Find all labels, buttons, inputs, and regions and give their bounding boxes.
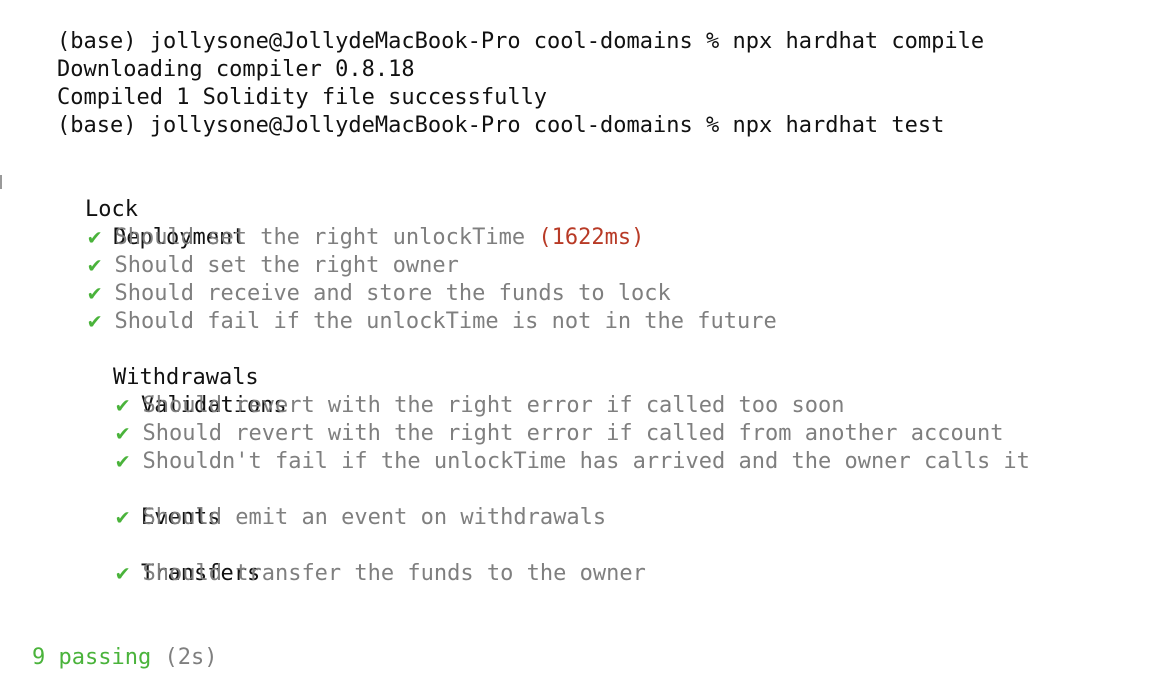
test-name: Should transfer the funds to the owner bbox=[142, 561, 646, 586]
suite-transfers: Transfers bbox=[88, 532, 260, 586]
check-icon: ✔ bbox=[88, 253, 102, 278]
prompt-line-test: (base) jollysone@JollydeMacBook-Pro cool… bbox=[4, 84, 944, 138]
suite-lock: Lock bbox=[32, 168, 138, 222]
passing-count: 9 passing bbox=[32, 645, 152, 670]
output-line-download: Downloading compiler 0.8.18 bbox=[4, 28, 415, 82]
prompt-line-compile: (base) jollysone@JollydeMacBook-Pro cool… bbox=[4, 0, 984, 54]
check-icon: ✔ bbox=[116, 421, 130, 446]
check-icon: ✔ bbox=[116, 561, 130, 586]
test-name: Should set the right owner bbox=[114, 253, 459, 278]
command-text: (base) jollysone@JollydeMacBook-Pro cool… bbox=[56, 113, 945, 138]
test-name: Should emit an event on withdrawals bbox=[142, 505, 607, 530]
test-row: ✔ Should set the right unlockTime (1622m… bbox=[88, 224, 644, 252]
test-row: ✔ Should fail if the unlockTime is not i… bbox=[88, 308, 777, 336]
test-row: ✔ Should set the right owner bbox=[88, 252, 459, 280]
output-line-compiled: Compiled 1 Solidity file successfully bbox=[4, 56, 547, 110]
test-row: ✔ Should emit an event on withdrawals bbox=[116, 504, 606, 532]
test-name: Should receive and store the funds to lo… bbox=[114, 281, 671, 306]
check-icon: ✔ bbox=[116, 393, 130, 418]
cursor-marker bbox=[0, 175, 2, 189]
test-name: Should fail if the unlockTime is not in … bbox=[114, 309, 777, 334]
suite-deployment: Deployment bbox=[60, 196, 245, 250]
terminal-window[interactable]: (base) jollysone@JollydeMacBook-Pro cool… bbox=[0, 0, 1154, 698]
test-name: Shouldn't fail if the unlockTime has arr… bbox=[142, 449, 1030, 474]
total-duration: (2s) bbox=[164, 645, 218, 670]
check-icon: ✔ bbox=[88, 225, 102, 250]
slow-duration: (1622ms) bbox=[538, 225, 645, 250]
suite-validations: Validations bbox=[88, 364, 287, 418]
test-name: Should revert with the right error if ca… bbox=[142, 393, 845, 418]
test-row: ✔ Should receive and store the funds to … bbox=[88, 280, 671, 308]
test-name: Should revert with the right error if ca… bbox=[142, 421, 1004, 446]
test-name: Should set the right unlockTime bbox=[114, 225, 526, 250]
test-row: ✔ Should transfer the funds to the owner bbox=[116, 560, 646, 588]
summary-line: 9 passing (2s) bbox=[32, 644, 217, 672]
check-icon: ✔ bbox=[88, 309, 102, 334]
test-row: ✔ Shouldn't fail if the unlockTime has a… bbox=[116, 448, 1030, 476]
suite-events: Events bbox=[88, 476, 220, 530]
test-row: ✔ Should revert with the right error if … bbox=[116, 392, 845, 420]
suite-withdrawals: Withdrawals bbox=[60, 336, 259, 390]
check-icon: ✔ bbox=[116, 449, 130, 474]
check-icon: ✔ bbox=[116, 505, 130, 530]
check-icon: ✔ bbox=[88, 281, 102, 306]
test-row: ✔ Should revert with the right error if … bbox=[116, 420, 1003, 448]
